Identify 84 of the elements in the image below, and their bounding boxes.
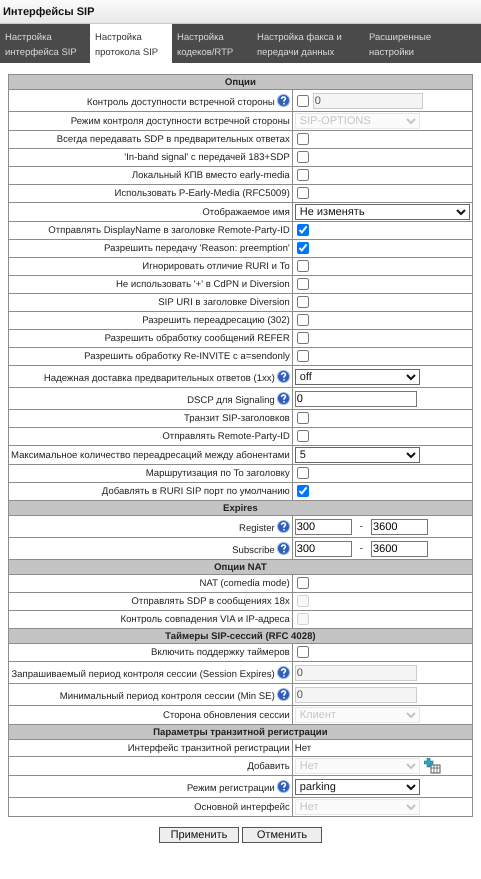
checkbox[interactable] (296, 296, 309, 308)
field-label: Интерфейс транзитной регистрации (128, 742, 290, 754)
field-label: NAT (comedia mode) (199, 578, 290, 589)
field-label: SIP URI в заголовке Diversion (158, 297, 290, 308)
input-field[interactable]: 300 (294, 540, 352, 556)
tab[interactable]: Настройка протокола SIP (90, 24, 172, 63)
field-label: Всегда передавать SDP в предварительных ответах (56, 134, 290, 145)
field-label: DSCP для Signaling (187, 394, 275, 406)
cancel-button[interactable]: Отменить (242, 827, 322, 843)
input-field[interactable]: 3600 (370, 540, 428, 556)
help-icon[interactable] (276, 370, 290, 382)
tab[interactable]: Настройка факса и передачи данных (252, 24, 364, 63)
section-header: Expires (8, 500, 472, 516)
dropdown[interactable]: parking (294, 778, 420, 794)
window-title: Интерфейсы SIP (0, 0, 481, 24)
field-label: Разрешить передачу 'Reason: preemption' (104, 243, 290, 254)
section-header: Опции (8, 74, 472, 90)
checkbox[interactable] (296, 187, 309, 199)
dropdown[interactable]: off (294, 368, 420, 384)
section-header: Параметры транзитной регистрации (8, 724, 472, 740)
field-label: Сторона обновления сессии (163, 710, 290, 720)
field-label: Не использовать '+' в CdPN и Diversion (116, 279, 290, 290)
field-label: Запрашиваемый период контроля сессии (Session Expires) (11, 668, 275, 680)
field-label: Разрешить переадресацию (302) (142, 315, 290, 326)
checkbox[interactable] (296, 467, 309, 479)
field-label: Локальный КПВ вместо early-media (132, 170, 290, 181)
field-label: Subscribe (232, 544, 275, 556)
field-label: Транзит SIP-заголовков (184, 413, 290, 424)
field-label: Игнорировать отличие RURI и To (142, 261, 290, 272)
checkbox[interactable] (296, 169, 309, 181)
tab[interactable]: Расширенные настройки (364, 24, 454, 63)
checkbox[interactable] (296, 133, 309, 145)
help-icon[interactable] (276, 542, 290, 554)
field-label: Разрешить обработку сообщений REFER (104, 333, 290, 344)
tab[interactable]: Настройка интерфейса SIP (0, 24, 90, 63)
add-icon[interactable] (424, 758, 441, 774)
field-label: Добавить (247, 760, 290, 772)
dropdown[interactable]: Не изменять (294, 204, 470, 220)
field-label: Контроль совпадения VIA и IP-адреса (120, 614, 290, 625)
section-header: Опции NAT (8, 560, 472, 574)
field-label: Минимальный период контроля сессии (Min SE) (60, 690, 275, 702)
dropdown[interactable]: 5 (294, 447, 420, 463)
checkbox[interactable] (296, 314, 309, 326)
field-label: Отправлять DisplayName в заголовке Remote-Party-ID (48, 225, 290, 236)
apply-button[interactable]: Применить (159, 827, 239, 843)
checkbox[interactable] (296, 430, 309, 442)
input-field[interactable]: 300 (294, 518, 352, 534)
help-icon[interactable] (276, 392, 290, 404)
field-label: Добавлять в RURI SIP порт по умолчанию (102, 486, 290, 497)
help-icon[interactable] (276, 520, 290, 532)
field-label: Register (239, 522, 275, 534)
field-label: Режим контроля доступности встречной стороны (70, 116, 290, 126)
field-label: Отправлять SDP в сообщениях 18x (131, 596, 290, 607)
checkbox[interactable] (296, 242, 309, 254)
tab[interactable]: Настройка кодеков/RTP (172, 24, 252, 63)
checkbox[interactable] (296, 151, 309, 163)
field-label: Разрешить обработку Re-INVITE с a=sendonly (84, 351, 290, 362)
field-label: Контроль доступности встречной стороны (86, 96, 275, 108)
field-value: Нет (294, 742, 312, 754)
field-label: Основной интерфейс (194, 802, 290, 812)
checkbox[interactable] (296, 332, 309, 344)
checkbox[interactable] (296, 278, 309, 290)
range-separator: - (360, 521, 363, 532)
checkbox[interactable] (296, 485, 309, 497)
field-label: Включить поддержку таймеров (151, 647, 290, 658)
checkbox[interactable] (296, 350, 309, 362)
field-label: Маршрутизация по To заголовку (146, 468, 290, 479)
input-field[interactable]: 0 (294, 390, 417, 406)
field-label: Использовать P-Early-Media (RFC5009) (114, 188, 290, 199)
range-separator: - (360, 543, 363, 554)
field-label: Отправлять Remote-Party-ID (162, 431, 290, 442)
checkbox[interactable] (296, 646, 309, 658)
field-label: Максимальное количество переадресаций между абонентами (11, 450, 290, 460)
input-field[interactable]: 3600 (370, 518, 428, 534)
checkbox[interactable] (296, 224, 309, 236)
field-label: Отображаемое имя (202, 206, 290, 218)
section-header: Таймеры SIP-сессий (RFC 4028) (8, 628, 472, 644)
field-label: Режим регистрации (186, 782, 275, 794)
checkbox[interactable] (296, 412, 309, 424)
field-label: 'In-band signal' с передачей 183+SDP (124, 152, 290, 163)
checkbox[interactable] (296, 577, 309, 589)
field-label: Надежная доставка предварительных ответов (1xx) (44, 372, 275, 384)
checkbox[interactable] (296, 260, 309, 272)
help-icon[interactable] (276, 780, 290, 792)
